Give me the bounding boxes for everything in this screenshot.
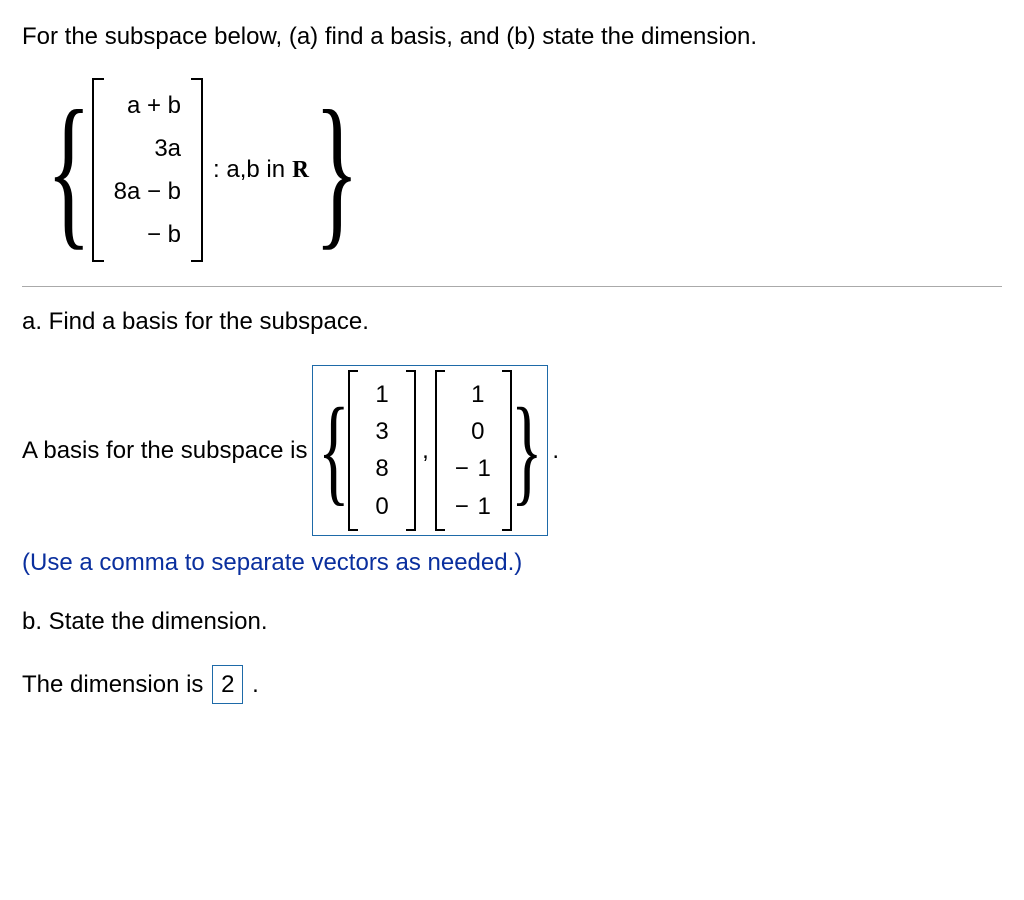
right-bracket-icon: [406, 370, 416, 531]
subspace-definition: { a + b 3a 8a − b − b : a,b in R }: [46, 78, 359, 263]
set-condition: : a,b in R: [213, 153, 308, 188]
dimension-answer-box[interactable]: 2: [212, 665, 243, 705]
matrix-entry: 0: [368, 488, 396, 525]
left-brace-icon: {: [46, 98, 91, 243]
right-brace-icon: }: [314, 98, 359, 243]
trailing-period: .: [552, 434, 559, 468]
matrix-entry: − 1: [455, 450, 492, 487]
trailing-period: .: [252, 671, 259, 698]
right-brace-icon: }: [511, 402, 543, 498]
question-text: For the subspace below, (a) find a basis…: [22, 20, 1002, 54]
generic-vector-matrix: a + b 3a 8a − b − b: [92, 78, 203, 263]
matrix-entry: 3: [368, 413, 396, 450]
part-a-lead-text: A basis for the subspace is: [22, 434, 308, 468]
matrix-entry: a + b: [127, 84, 181, 127]
matrix-entry: 8: [368, 450, 396, 487]
real-numbers-icon: R: [292, 154, 308, 188]
left-brace-icon: {: [317, 402, 349, 498]
matrix-entry: 0: [464, 413, 492, 450]
part-b-lead-text: The dimension is: [22, 671, 210, 698]
matrix-entry: 1: [464, 376, 492, 413]
vector-separator: ,: [422, 434, 429, 468]
matrix-entry: 1: [368, 376, 396, 413]
matrix-entry: 3a: [154, 127, 181, 170]
basis-vector-1: 1 3 8 0: [348, 370, 416, 531]
part-b-prompt: b. State the dimension.: [22, 605, 1002, 639]
section-divider: [22, 286, 1002, 287]
matrix-entry: 8a − b: [114, 170, 181, 213]
left-bracket-icon: [435, 370, 445, 531]
basis-vector-2: 1 0 − 1 − 1: [435, 370, 512, 531]
part-a-hint: (Use a comma to separate vectors as need…: [22, 546, 1002, 580]
part-a-answer-row: A basis for the subspace is { 1 3 8 0 , …: [22, 365, 1002, 536]
matrix-entry: − b: [147, 213, 181, 256]
left-bracket-icon: [92, 78, 104, 263]
part-a-prompt: a. Find a basis for the subspace.: [22, 305, 1002, 339]
basis-answer-box[interactable]: { 1 3 8 0 , 1 0 − 1 − 1 }: [312, 365, 549, 536]
part-b-answer-row: The dimension is 2 .: [22, 665, 1002, 705]
right-bracket-icon: [191, 78, 203, 263]
matrix-entry: − 1: [455, 488, 492, 525]
